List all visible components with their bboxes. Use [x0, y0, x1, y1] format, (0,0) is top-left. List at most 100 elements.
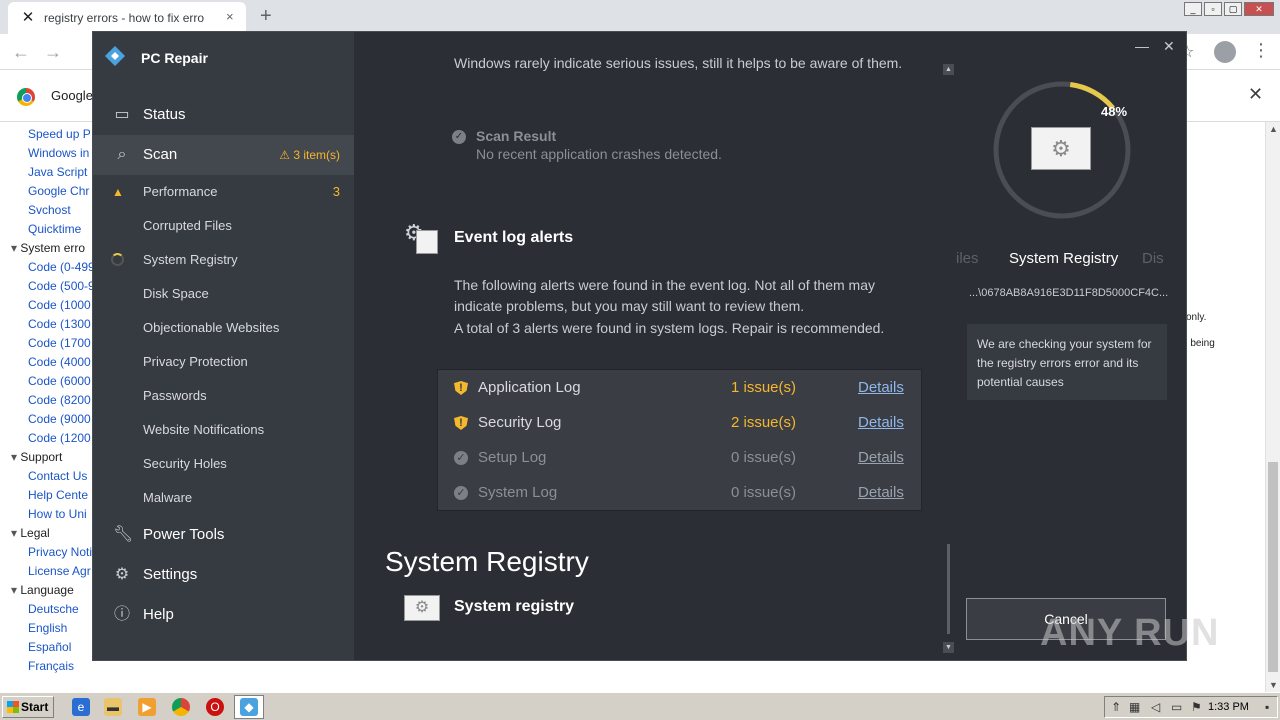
page-scrollbar[interactable]: ▲ ▼	[1265, 122, 1280, 692]
opera-icon[interactable]: O	[206, 698, 224, 716]
nav-scan[interactable]: ⌕ Scan ⚠ 3 item(s)	[93, 135, 354, 175]
scan-sub-item[interactable]: Privacy Protection	[93, 345, 354, 379]
page-nav-group[interactable]: Support	[11, 450, 62, 464]
page-nav-group[interactable]: Legal	[11, 526, 49, 540]
browser-menu-icon[interactable]: ⋮	[1252, 40, 1270, 61]
event-log-row: ✓ Setup Log 0 issue(s) Details	[438, 440, 923, 475]
carousel-current-stage: System Registry	[1009, 250, 1119, 267]
window-minimize-button[interactable]: _	[1184, 2, 1202, 16]
event-log-row: ! Security Log 2 issue(s) Details	[438, 405, 923, 440]
window-restore-button[interactable]: ▫	[1204, 2, 1222, 16]
taskbar-pc-repair[interactable]: ◆	[234, 695, 264, 719]
ie-icon[interactable]: e	[72, 698, 90, 716]
page-nav-link[interactable]: Français	[28, 659, 74, 673]
volume-icon[interactable]: ◁	[1151, 700, 1160, 714]
app-minimize-button[interactable]: —	[1135, 38, 1149, 54]
page-nav-link[interactable]: Help Cente	[28, 488, 88, 502]
page-nav-link[interactable]: Quicktime	[28, 222, 81, 236]
page-nav-link[interactable]: Code (1700	[28, 336, 91, 350]
scroll-up-arrow-icon[interactable]: ▲	[1269, 124, 1278, 134]
forward-button[interactable]: →	[44, 42, 62, 63]
scroll-thumb[interactable]	[1268, 462, 1278, 672]
scan-sub-item[interactable]: Corrupted Files	[93, 209, 354, 243]
tab-close-button[interactable]: ×	[226, 9, 234, 24]
folder-icon[interactable]: ▬	[104, 698, 122, 716]
flag-tray-icon[interactable]: ⚑	[1191, 700, 1202, 714]
nav-status[interactable]: ▭ Status	[93, 95, 354, 135]
scan-sub-item[interactable]: ▲ Performance 3	[93, 175, 354, 209]
scan-sub-item[interactable]: Website Notifications	[93, 413, 354, 447]
event-log-details-link[interactable]: Details	[858, 379, 904, 396]
page-nav-link[interactable]: Windows in	[28, 146, 89, 160]
scroll-down-arrow-icon[interactable]: ▼	[1269, 680, 1278, 690]
nav-help[interactable]: ⓘ Help	[93, 595, 354, 635]
content-scroll-thumb[interactable]	[947, 544, 950, 634]
chrome-icon[interactable]	[172, 698, 190, 716]
scan-stage-carousel: iles System Registry Dis	[954, 248, 1186, 270]
page-nav-group[interactable]: System erro	[11, 241, 85, 255]
page-nav-link[interactable]: Code (9000	[28, 412, 91, 426]
event-log-details-link[interactable]: Details	[858, 484, 904, 501]
event-log-details-link[interactable]: Details	[858, 449, 904, 466]
nav-settings[interactable]: ⚙ Settings	[93, 555, 354, 595]
page-nav-link[interactable]: Code (0-499	[28, 260, 92, 274]
browser-tab[interactable]: ✕ registry errors - how to fix error ×	[8, 2, 246, 34]
registry-gear-icon: ⚙	[404, 595, 440, 621]
page-nav-link[interactable]: Contact Us	[28, 469, 87, 483]
page-nav-link[interactable]: Code (1200	[28, 431, 91, 445]
gear-icon: ⚙	[114, 566, 130, 583]
nav-settings-label: Settings	[143, 566, 198, 583]
page-nav-link[interactable]: Español	[28, 640, 71, 654]
page-nav-link[interactable]: How to Uni	[28, 507, 87, 521]
carousel-prev-stage: iles	[956, 250, 979, 267]
page-nav-link[interactable]: Java Script	[28, 165, 87, 179]
profile-avatar-icon[interactable]	[1214, 41, 1236, 63]
app-close-button[interactable]: ✕	[1163, 38, 1175, 55]
action-center-icon[interactable]: ▪	[1265, 700, 1269, 714]
media-player-icon[interactable]: ▶	[138, 698, 156, 716]
nav-scan-label: Scan	[143, 146, 178, 163]
page-nav-link[interactable]: Code (500-9	[28, 279, 92, 293]
scan-sub-item[interactable]: Objectionable Websites	[93, 311, 354, 345]
page-nav-link[interactable]: English	[28, 621, 67, 635]
scan-sub-item[interactable]: System Registry	[93, 243, 354, 277]
page-nav-link[interactable]: Deutsche	[28, 602, 79, 616]
shield-warning-icon: !	[454, 381, 468, 395]
page-nav-link[interactable]: Privacy Noti	[28, 545, 92, 559]
back-button[interactable]: ←	[12, 42, 30, 63]
page-nav-link[interactable]: Code (1000	[28, 298, 91, 312]
page-nav-link[interactable]: Code (8200	[28, 393, 91, 407]
scan-sub-item[interactable]: Malware	[93, 481, 354, 515]
scan-sub-item[interactable]: Disk Space	[93, 277, 354, 311]
page-nav-link[interactable]: Speed up P	[28, 127, 91, 141]
event-log-issue-count: 0 issue(s)	[731, 484, 797, 501]
network-icon[interactable]: ▦	[1129, 700, 1140, 714]
scan-sub-item[interactable]: Security Holes	[93, 447, 354, 481]
wrench-icon: 🔧︎	[113, 526, 134, 543]
monitor-tray-icon[interactable]: ▭	[1171, 700, 1182, 714]
page-nav-group[interactable]: Language	[11, 583, 73, 597]
event-log-desc: The following alerts were found in the e…	[454, 277, 875, 314]
pc-repair-logo-icon	[105, 46, 125, 66]
progress-percent: 48%	[1101, 104, 1128, 119]
page-nav-link[interactable]: License Agr	[28, 564, 91, 578]
page-nav-link[interactable]: Code (4000	[28, 355, 91, 369]
scan-result-title: Scan Result	[476, 128, 557, 144]
scan-sub-item[interactable]: Passwords	[93, 379, 354, 413]
page-nav-link[interactable]: Svchost	[28, 203, 71, 217]
page-nav-link[interactable]: Code (6000	[28, 374, 91, 388]
event-log-details-link[interactable]: Details	[858, 414, 904, 431]
page-nav-link[interactable]: Code (1300	[28, 317, 91, 331]
content-scroll-up-icon[interactable]: ▲	[943, 64, 954, 75]
content-scroll-down-icon[interactable]: ▼	[943, 642, 954, 653]
infobar-text: Google	[51, 88, 93, 103]
window-maximize-button[interactable]: ▢	[1224, 2, 1242, 16]
page-nav-link[interactable]: Google Chr	[28, 184, 89, 198]
infobar-close-button[interactable]: ✕	[1248, 84, 1263, 105]
tray-arrow-icon[interactable]: ⇑	[1111, 700, 1121, 714]
nav-power-tools[interactable]: 🔧︎ Power Tools	[93, 515, 354, 555]
new-tab-button[interactable]: +	[260, 5, 272, 28]
pc-repair-taskbar-icon: ◆	[240, 698, 258, 716]
start-button[interactable]: Start	[2, 696, 54, 718]
window-close-button[interactable]: ✕	[1244, 2, 1274, 16]
